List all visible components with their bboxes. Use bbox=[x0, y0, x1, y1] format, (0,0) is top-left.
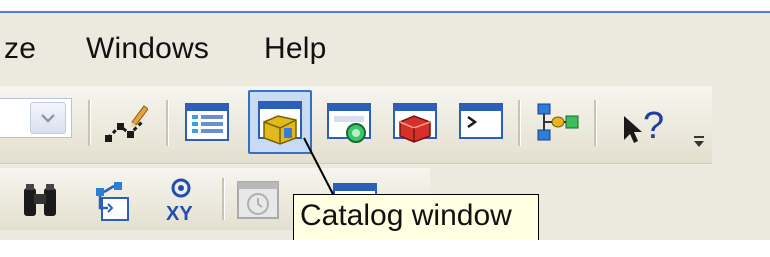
bottom-area bbox=[0, 240, 770, 257]
tooltip-text: Catalog window bbox=[300, 199, 512, 232]
tooltip: Catalog window bbox=[293, 194, 539, 242]
arcmap-window: ze Windows Help ? XY Catalog window bbox=[0, 0, 770, 257]
